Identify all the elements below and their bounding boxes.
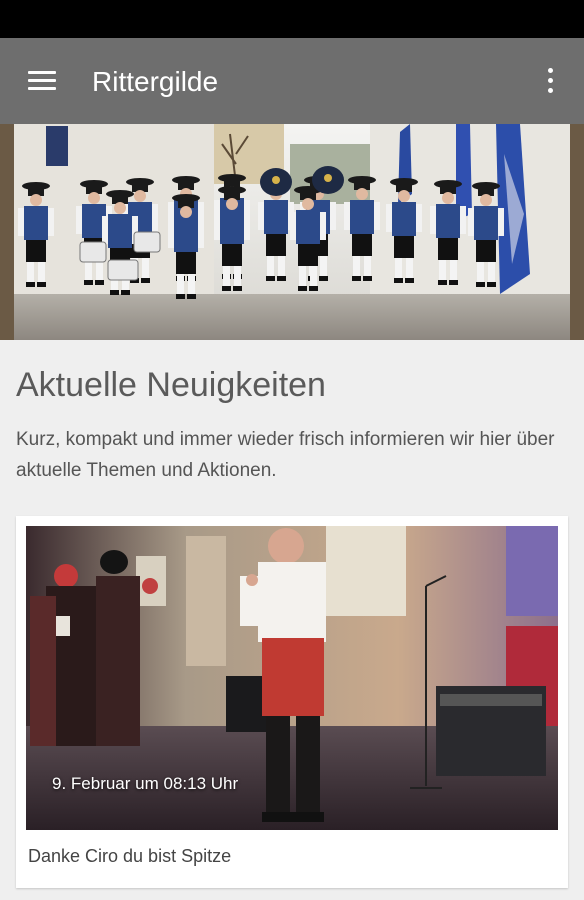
app-title: Rittergilde [92,66,219,97]
status-bar [0,0,584,38]
news-card-date: 9. Februar um 08:13 Uhr [52,774,239,793]
app-bar: Rittergilde [0,38,584,124]
news-card-caption: Danke Ciro du bist Spitze [28,846,232,866]
hamburger-menu-icon[interactable] [26,69,58,93]
section-description: Kurz, kompakt und immer wieder frisch in… [16,429,555,481]
section-title: Aktuelle Neuigkeiten [16,366,326,404]
news-card[interactable]: 9. Februar um 08:13 Uhr Danke Ciro du bi… [16,516,568,888]
hero-image [0,124,584,340]
more-vertical-icon[interactable] [540,66,560,96]
